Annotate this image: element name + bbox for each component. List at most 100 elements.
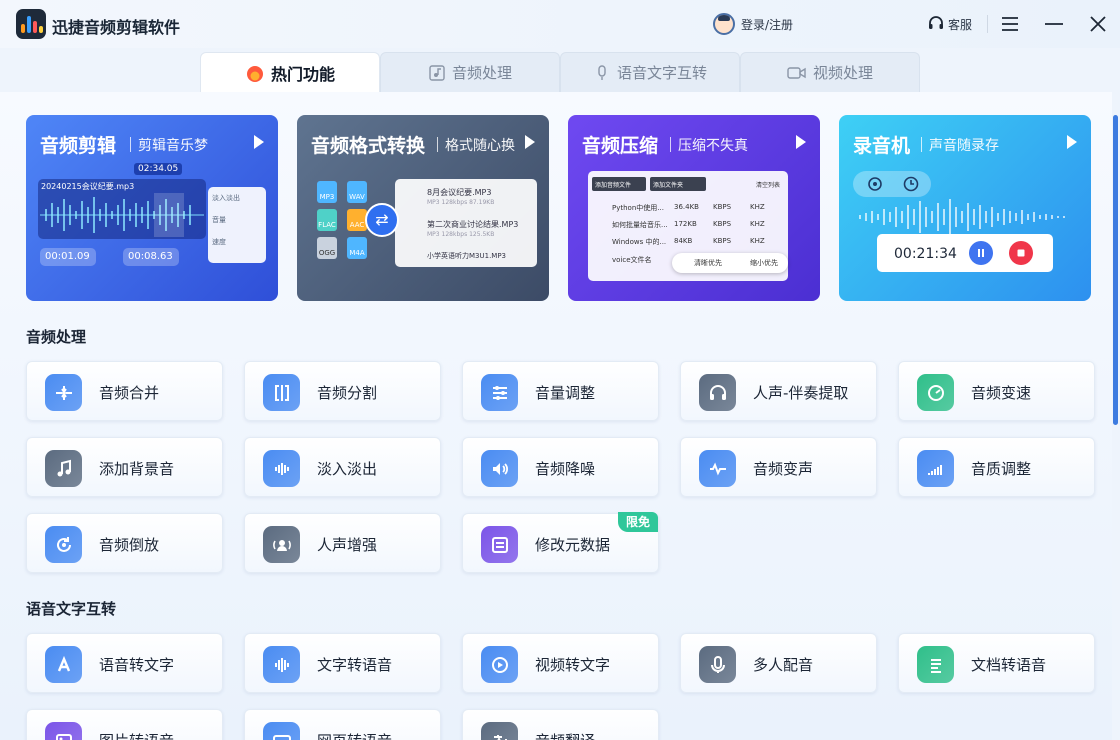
- login-link[interactable]: 登录/注册: [741, 16, 793, 33]
- clock-icon: [903, 176, 919, 192]
- pause-icon: [978, 249, 984, 257]
- row-name: Python中使用...: [612, 204, 664, 212]
- pause-button: [969, 241, 993, 265]
- feature-card[interactable]: 音量调整: [462, 361, 659, 421]
- clear-list: 清空列表: [756, 182, 781, 189]
- tab-audio-processing[interactable]: 音频处理: [380, 52, 560, 92]
- file-list: 8月会议纪要.MP3 MP3 128kbps 87.19KB 第二次商业讨论结果…: [395, 179, 537, 267]
- feature-card[interactable]: 音频分割: [244, 361, 441, 421]
- feature-label: 多人配音: [753, 656, 814, 674]
- video-camera-icon: [787, 66, 806, 79]
- feature-card[interactable]: 视频转文字: [462, 633, 659, 693]
- banner-audio-edit[interactable]: 音频剪辑 剪辑音乐梦 02:34.05 20240215会议纪要.mp3 淡入淡…: [26, 115, 278, 301]
- feature-card[interactable]: 修改元数据 限免: [462, 512, 659, 573]
- user-avatar[interactable]: [713, 13, 735, 35]
- quality-icon: [917, 450, 954, 487]
- row-name: voice文件名: [612, 256, 652, 264]
- feature-card[interactable]: 音质调整: [898, 437, 1095, 497]
- feature-card[interactable]: 语音转文字: [26, 633, 223, 693]
- feature-card[interactable]: 多人配音: [680, 633, 877, 693]
- feature-card[interactable]: 人声-伴奏提取: [680, 361, 877, 421]
- feature-card[interactable]: 音频合并: [26, 361, 223, 421]
- format-wav: WAV: [347, 181, 367, 203]
- voice-enhance-icon: [263, 526, 300, 563]
- feature-label: 网页转语音: [317, 730, 392, 740]
- play-icon: [254, 135, 264, 149]
- feature-label: 音频变声: [753, 460, 814, 478]
- web-icon: [263, 722, 300, 740]
- feature-card[interactable]: 网页转语音: [244, 709, 441, 740]
- feature-card[interactable]: 文档转语音: [898, 633, 1095, 693]
- sliders-icon: [481, 374, 518, 411]
- banner-subtitle: 格式随心换: [437, 135, 515, 155]
- option-label: 音量: [212, 216, 226, 224]
- feature-card[interactable]: 人声增强: [244, 513, 441, 573]
- section-title-audio: 音频处理: [26, 328, 87, 346]
- file-name: 第二次商业讨论结果.MP3: [427, 220, 519, 229]
- title-divider: [987, 15, 988, 33]
- row-bitrate: KBPS: [713, 220, 732, 228]
- banner-title: 音频剪辑: [40, 135, 117, 157]
- row-size: 84KB: [674, 237, 693, 245]
- play-icon: [481, 646, 518, 683]
- play-icon: [1067, 135, 1077, 149]
- play-icon: [525, 135, 535, 149]
- add-file-button: 添加音频文件: [592, 177, 646, 191]
- app-logo: [16, 9, 46, 39]
- tab-label: 热门功能: [270, 65, 335, 84]
- format-flac: FLAC: [317, 209, 337, 231]
- format-mp3: MP3: [317, 181, 337, 203]
- feature-label: 音频降噪: [535, 460, 596, 478]
- time-label: 02:34.05: [134, 163, 183, 175]
- title-bar: 迅捷音频剪辑软件 登录/注册 客服: [0, 0, 1120, 48]
- waveform-panel: 20240215会议纪要.mp3: [38, 179, 206, 239]
- recorder-tools: [853, 171, 931, 197]
- document-icon: [917, 646, 954, 683]
- free-badge: 限免: [618, 512, 658, 532]
- music-note-icon: [45, 450, 82, 487]
- feature-card[interactable]: 音频变速: [898, 361, 1095, 421]
- add-folder-button: 添加文件夹: [650, 177, 706, 191]
- format-ogg: OGG: [317, 237, 337, 259]
- format-aac: AAC: [347, 209, 367, 231]
- row-bitrate: KBPS: [713, 203, 732, 211]
- feature-card[interactable]: 图片转语音: [26, 709, 223, 740]
- format-m4a: M4A: [347, 237, 367, 259]
- feature-label: 语音转文字: [99, 656, 175, 674]
- feature-card[interactable]: 音频翻译: [462, 709, 659, 740]
- stop-icon: [1017, 249, 1025, 257]
- tab-video-processing[interactable]: 视频处理: [740, 52, 920, 92]
- banner-recorder[interactable]: 录音机 声音随录存 00:21:34: [839, 115, 1091, 301]
- feature-card[interactable]: 淡入淡出: [244, 437, 441, 497]
- scrollbar[interactable]: [1113, 115, 1118, 425]
- feature-card[interactable]: 音频降噪: [462, 437, 659, 497]
- feature-label: 人声增强: [317, 536, 378, 554]
- banner-title: 音频格式转换: [311, 135, 426, 157]
- banner-audio-compress[interactable]: 音频压缩 压缩不失真 添加音频文件 添加文件夹 清空列表 Python中使用..…: [568, 115, 820, 301]
- recorder-panel: 00:21:34: [877, 234, 1053, 272]
- feature-card[interactable]: 文字转语音: [244, 633, 441, 693]
- feature-card[interactable]: 添加背景音: [26, 437, 223, 497]
- waveform-icon: [263, 646, 300, 683]
- banner-title: 音频压缩: [582, 135, 659, 157]
- banner-format-convert[interactable]: 音频格式转换 格式随心换 MP3 WAV FLAC AAC OGG M4A ⇄ …: [297, 115, 549, 301]
- feature-label: 音频翻译: [535, 730, 595, 740]
- row-bitrate: KBPS: [713, 237, 732, 245]
- tab-speech-text[interactable]: 语音文字互转: [560, 52, 740, 92]
- menu-icon[interactable]: [1000, 14, 1020, 34]
- close-icon[interactable]: [1088, 14, 1108, 34]
- feature-label: 音质调整: [971, 460, 1032, 478]
- tab-hot-features[interactable]: 热门功能: [200, 52, 380, 93]
- feature-label: 视频转文字: [535, 656, 611, 674]
- minimize-icon[interactable]: [1044, 14, 1064, 34]
- feature-label: 文档转语音: [971, 656, 1047, 674]
- convert-icon: ⇄: [365, 203, 399, 237]
- feature-card[interactable]: 音频倒放: [26, 513, 223, 573]
- recording-waveform: [859, 199, 1065, 235]
- file-meta: MP3 128kbps 87.19KB: [427, 199, 495, 206]
- feature-label: 人声-伴奏提取: [753, 384, 849, 402]
- customer-service-link[interactable]: 客服: [948, 16, 972, 33]
- headset-icon[interactable]: [927, 15, 945, 33]
- settings-icon: [868, 177, 882, 191]
- feature-card[interactable]: 音频变声: [680, 437, 877, 497]
